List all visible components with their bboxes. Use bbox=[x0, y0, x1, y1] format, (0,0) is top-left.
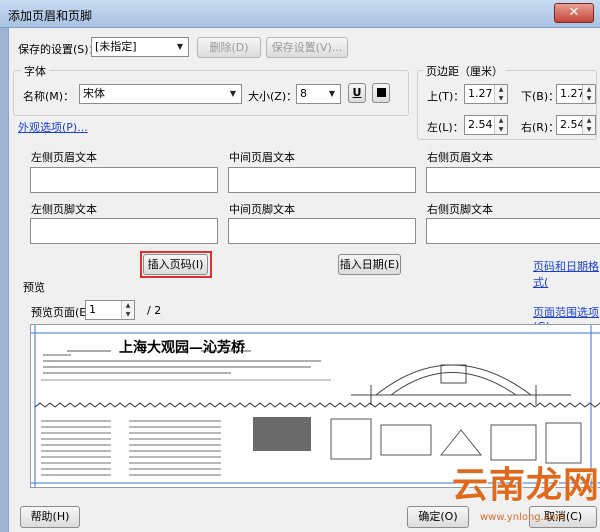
chevron-down-icon: ▼ bbox=[229, 89, 237, 98]
left-footer-label: 左侧页脚文本 bbox=[31, 203, 97, 216]
watermark-text: 云南龙网 bbox=[452, 464, 600, 506]
margin-right-label: 右(R)： bbox=[521, 121, 560, 134]
margin-top-label: 上(T)： bbox=[427, 90, 465, 103]
font-group-label: 字体 bbox=[21, 63, 49, 79]
margin-bottom-label: 下(B)： bbox=[521, 90, 560, 103]
close-button[interactable]: ✕ bbox=[554, 3, 594, 23]
ok-button[interactable]: 确定(O) bbox=[407, 506, 469, 528]
margin-left-value: 2.54 bbox=[468, 118, 493, 131]
page-date-format-link[interactable]: 页码和日期格式( bbox=[533, 258, 600, 290]
margin-right-input[interactable]: 2.54 ▲ ▼ bbox=[556, 115, 596, 135]
spin-arrows-icon[interactable]: ▲ ▼ bbox=[121, 301, 134, 319]
margin-bottom-input[interactable]: 1.27 ▲ ▼ bbox=[556, 84, 596, 104]
preview-page-value: 1 bbox=[89, 303, 96, 316]
appearance-options-link[interactable]: 外观选项(P)... bbox=[18, 119, 88, 135]
preview-page-total: / 2 bbox=[147, 304, 162, 317]
preview-page-label: 预览页面(E) bbox=[31, 306, 91, 319]
right-footer-input[interactable] bbox=[426, 218, 600, 244]
center-header-input[interactable] bbox=[228, 167, 416, 193]
spin-arrows-icon[interactable]: ▲ ▼ bbox=[494, 85, 507, 103]
chevron-down-icon: ▼ bbox=[176, 42, 184, 51]
spin-arrows-icon[interactable]: ▲ ▼ bbox=[494, 116, 507, 134]
font-size-label: 大小(Z)： bbox=[248, 90, 298, 103]
spin-arrows-icon[interactable]: ▲ ▼ bbox=[582, 85, 595, 103]
font-name-label: 名称(M)： bbox=[23, 90, 75, 103]
delete-button[interactable]: 删除(D) bbox=[197, 37, 261, 58]
watermark-sub: www.ynlong.com bbox=[480, 512, 566, 523]
left-header-input[interactable] bbox=[30, 167, 218, 193]
font-name-value: 宋体 bbox=[83, 87, 105, 100]
margin-bottom-value: 1.27 bbox=[560, 87, 585, 100]
saved-settings-combo[interactable]: [未指定] ▼ bbox=[91, 37, 189, 57]
margin-left-input[interactable]: 2.54 ▲ ▼ bbox=[464, 115, 508, 135]
saved-settings-value: [未指定] bbox=[95, 40, 137, 53]
highlight-box bbox=[140, 251, 212, 278]
saved-settings-label: 保存的设置(S)： bbox=[18, 43, 100, 56]
spin-arrows-icon[interactable]: ▲ ▼ bbox=[582, 116, 595, 134]
center-footer-label: 中间页脚文本 bbox=[229, 203, 295, 216]
left-header-label: 左侧页眉文本 bbox=[31, 151, 97, 164]
margin-right-value: 2.54 bbox=[560, 118, 585, 131]
underline-button[interactable]: U bbox=[348, 83, 366, 103]
right-header-label: 右侧页眉文本 bbox=[427, 151, 493, 164]
window-title: 添加页眉和页脚 bbox=[8, 9, 93, 23]
margin-left-label: 左(L)： bbox=[427, 121, 464, 134]
right-header-input[interactable] bbox=[426, 167, 600, 193]
font-name-combo[interactable]: 宋体 ▼ bbox=[79, 84, 242, 104]
left-footer-input[interactable] bbox=[30, 218, 218, 244]
center-footer-input[interactable] bbox=[228, 218, 416, 244]
margins-group-label: 页边距（厘米） bbox=[423, 63, 506, 79]
preview-label: 预览 bbox=[23, 281, 45, 294]
color-swatch-icon bbox=[377, 88, 386, 97]
preview-doc-title: 上海大观园—沁芳桥 bbox=[119, 340, 245, 356]
margin-top-value: 1.27 bbox=[468, 87, 493, 100]
right-footer-label: 右侧页脚文本 bbox=[427, 203, 493, 216]
margin-top-input[interactable]: 1.27 ▲ ▼ bbox=[464, 84, 508, 104]
font-size-combo[interactable]: 8 ▼ bbox=[296, 84, 341, 104]
preview-page-input[interactable]: 1 ▲ ▼ bbox=[85, 300, 135, 320]
save-settings-button[interactable]: 保存设置(V)... bbox=[266, 37, 348, 58]
insert-date-button[interactable]: 插入日期(E) bbox=[338, 254, 401, 275]
font-size-value: 8 bbox=[300, 87, 307, 100]
color-button[interactable] bbox=[372, 83, 390, 103]
title-bar: 添加页眉和页脚 ✕ bbox=[0, 0, 600, 28]
center-header-label: 中间页眉文本 bbox=[229, 151, 295, 164]
help-button[interactable]: 帮助(H) bbox=[20, 506, 80, 528]
chevron-down-icon: ▼ bbox=[328, 89, 336, 98]
